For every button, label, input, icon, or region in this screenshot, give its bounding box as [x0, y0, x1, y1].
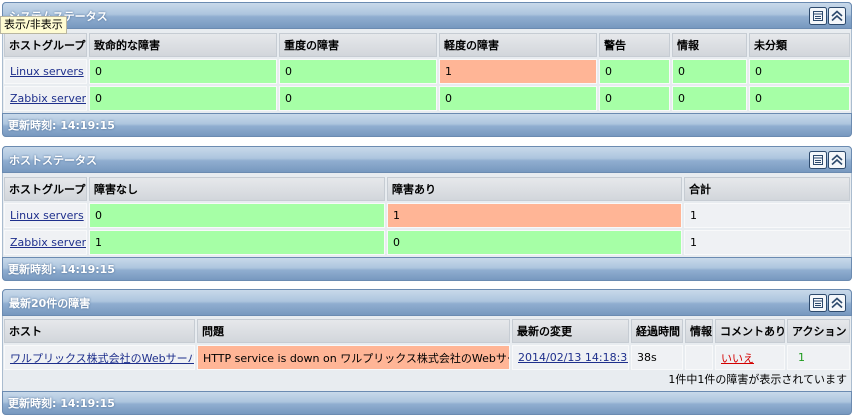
hosts-without-problems-count: 1 — [89, 230, 385, 255]
not-classified-count: 0 — [749, 86, 850, 111]
system-status-widget: システムステータス ホストグループ 致命的な障害 重度の障害 軽度の障害 警告 … — [2, 2, 852, 137]
disaster-count: 0 — [89, 86, 277, 111]
column-header-without-problems: 障害なし — [89, 177, 385, 201]
issue-cell[interactable]: HTTP service is down on ワルプリックス株式会社のWebサ… — [197, 345, 510, 370]
host-group-link[interactable]: Zabbix servers — [10, 92, 86, 105]
update-time: 更新時刻: 14:19:15 — [8, 263, 115, 276]
column-header-host: ホスト — [4, 319, 195, 343]
collapse-button[interactable] — [828, 150, 846, 169]
host-group-cell: Zabbix servers — [4, 230, 87, 255]
double-chevron-up-icon — [828, 150, 846, 169]
hosts-total-count: 1 — [684, 203, 850, 228]
table-header: ホストグループ 致命的な障害 重度の障害 軽度の障害 警告 情報 未分類 — [4, 33, 850, 57]
column-header-host-group: ホストグループ — [4, 177, 87, 201]
table-row: ワルプリックス株式会社のWebサーバー HTTP service is down… — [4, 345, 850, 370]
host-group-link[interactable]: Linux servers — [10, 209, 84, 222]
column-header-average: 軽度の障害 — [439, 33, 597, 57]
actions-cell: 1 — [787, 345, 850, 370]
update-time: 更新時刻: 14:19:15 — [8, 119, 115, 132]
column-header-issue: 問題 — [197, 319, 510, 343]
widget-footer: 更新時刻: 14:19:15 — [2, 391, 852, 415]
warning-count: 0 — [599, 59, 670, 84]
host-group-cell: Linux servers — [4, 203, 87, 228]
host-cell: ワルプリックス株式会社のWebサーバー — [4, 345, 195, 370]
table-row: Linux servers 0 1 1 — [4, 203, 850, 228]
host-status-widget: ホストステータス ホストグループ 障害なし 障害あり 合計 Linux serv… — [2, 146, 852, 281]
hosts-with-problems-count: 0 — [387, 230, 682, 255]
hosts-with-problems-count: 1 — [387, 203, 682, 228]
host-group-cell: Zabbix servers — [4, 86, 87, 111]
host-link[interactable]: ワルプリックス株式会社のWebサーバー — [10, 350, 194, 366]
widget-header[interactable]: 最新20件の障害 — [2, 289, 852, 316]
column-header-host-group: ホストグループ — [4, 33, 87, 57]
widget-title: 最新20件の障害 — [9, 296, 91, 310]
column-header-warning: 警告 — [599, 33, 670, 57]
column-header-last-change: 最新の変更 — [512, 319, 629, 343]
widget-menu-button[interactable] — [809, 293, 827, 312]
widget-header[interactable]: ホストステータス — [2, 146, 852, 173]
list-icon — [809, 6, 827, 25]
widget-footer: 更新時刻: 14:19:15 — [2, 113, 852, 137]
column-header-information: 情報 — [672, 33, 747, 57]
actions-count[interactable]: 1 — [798, 351, 805, 364]
column-header-total: 合計 — [684, 177, 850, 201]
information-count: 0 — [672, 59, 747, 84]
last-issues-widget: 最新20件の障害 ホスト 問題 最新の変更 経過時間 情報 コメントあり アクシ… — [2, 289, 852, 415]
collapse-button[interactable] — [828, 293, 846, 312]
ack-link[interactable]: いいえ — [721, 350, 754, 366]
list-icon — [809, 150, 827, 169]
age-cell: 38s — [631, 345, 683, 370]
host-group-cell: Linux servers — [4, 59, 87, 84]
disaster-count: 0 — [89, 59, 277, 84]
widget-header[interactable]: システムステータス — [2, 2, 852, 29]
column-header-actions: アクション — [787, 319, 850, 343]
host-group-link[interactable]: Zabbix servers — [10, 236, 86, 249]
average-count: 1 — [439, 59, 597, 84]
widget-header-controls — [809, 293, 846, 312]
column-header-age: 経過時間 — [631, 319, 683, 343]
column-header-disaster: 致命的な障害 — [89, 33, 277, 57]
table-header: ホストグループ 障害なし 障害あり 合計 — [4, 177, 850, 201]
widget-menu-button[interactable] — [809, 6, 827, 25]
column-header-high: 重度の障害 — [279, 33, 437, 57]
info-cell — [685, 345, 713, 370]
table-header: ホスト 問題 最新の変更 経過時間 情報 コメントあり アクション — [4, 319, 850, 343]
warning-count: 0 — [599, 86, 670, 111]
widget-title: ホストステータス — [9, 153, 97, 167]
hosts-without-problems-count: 0 — [89, 203, 385, 228]
not-classified-count: 0 — [749, 59, 850, 84]
high-count: 0 — [279, 59, 437, 84]
widget-header-controls — [809, 150, 846, 169]
ack-cell: いいえ — [715, 345, 785, 370]
widget-footer: 更新時刻: 14:19:15 — [2, 257, 852, 281]
column-header-ack: コメントあり — [715, 319, 785, 343]
table-row: Linux servers 0 0 1 0 0 0 — [4, 59, 850, 84]
table-row: Zabbix servers 1 0 1 — [4, 230, 850, 255]
column-header-not-classified: 未分類 — [749, 33, 850, 57]
double-chevron-up-icon — [828, 293, 846, 312]
last-change-cell: 2014/02/13 14:18:37 — [512, 345, 629, 370]
information-count: 0 — [672, 86, 747, 111]
hosts-total-count: 1 — [684, 230, 850, 255]
column-header-with-problems: 障害あり — [387, 177, 682, 201]
widget-menu-button[interactable] — [809, 150, 827, 169]
toggle-tooltip: 表示/非表示 — [0, 16, 67, 34]
widget-header-controls — [809, 6, 846, 25]
double-chevron-up-icon — [828, 6, 846, 25]
average-count: 0 — [439, 86, 597, 111]
list-icon — [809, 293, 827, 312]
update-time: 更新時刻: 14:19:15 — [8, 397, 115, 410]
table-row: Zabbix servers 0 0 0 0 0 0 — [4, 86, 850, 111]
last-change-link[interactable]: 2014/02/13 14:18:37 — [518, 351, 628, 364]
collapse-button[interactable] — [828, 6, 846, 25]
host-group-link[interactable]: Linux servers — [10, 65, 84, 78]
high-count: 0 — [279, 86, 437, 111]
issues-summary: 1件中1件の障害が表示されています — [668, 373, 847, 386]
column-header-info: 情報 — [685, 319, 713, 343]
